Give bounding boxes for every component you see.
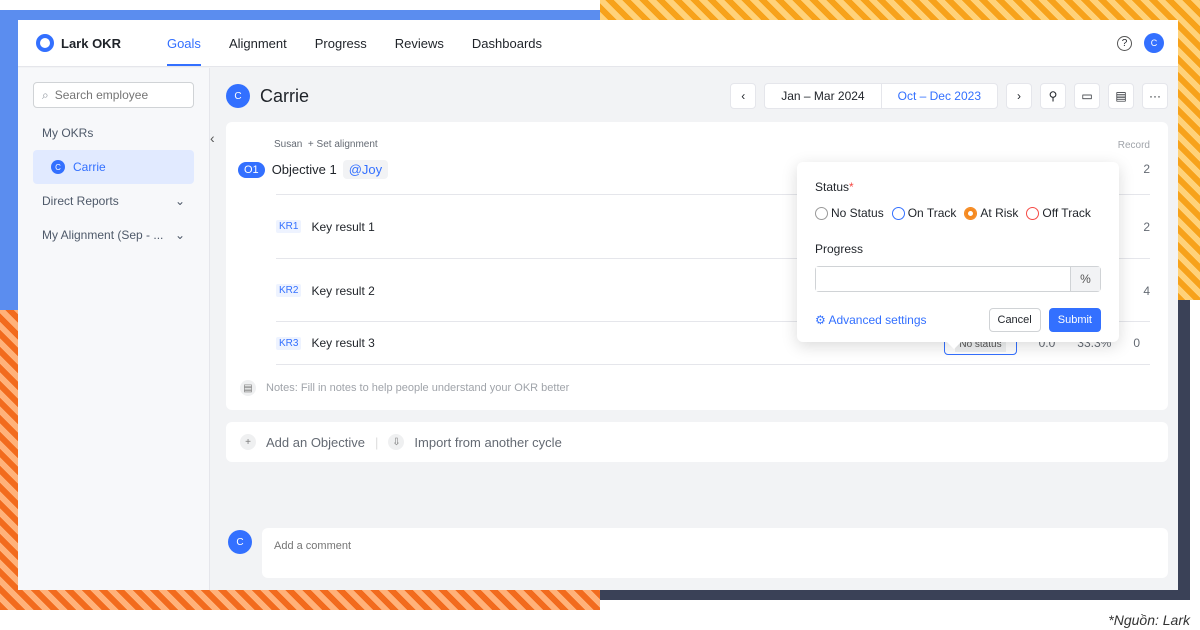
- status-radio-at-risk[interactable]: At Risk: [964, 206, 1018, 220]
- required-mark: *: [849, 180, 854, 194]
- search-input[interactable]: [54, 88, 175, 102]
- radio-circle-icon: [1026, 206, 1040, 220]
- prev-period-button[interactable]: ‹: [730, 83, 757, 109]
- app-window: Lark OKR Goals Alignment Progress Review…: [18, 20, 1178, 590]
- status-label: Status: [815, 180, 850, 194]
- import-icon: ⇩: [388, 434, 405, 450]
- status-radio-no-status[interactable]: No Status: [815, 206, 884, 220]
- search-icon: ⌕: [42, 87, 49, 102]
- plus-icon: +: [240, 434, 256, 450]
- objective-title[interactable]: Objective 1: [272, 162, 337, 177]
- avatar: C: [226, 84, 250, 108]
- notes-icon: ▤: [240, 380, 256, 396]
- kr-badge: KR2: [276, 284, 302, 297]
- avatar: C: [51, 160, 65, 174]
- kr-badge: KR1: [276, 220, 302, 233]
- record-value: 2: [1143, 219, 1150, 234]
- add-objective-button[interactable]: Add an Objective: [266, 435, 365, 450]
- collapse-sidebar-icon[interactable]: ‹: [210, 130, 215, 146]
- chevron-down-icon: ⌄: [174, 228, 185, 242]
- radio-label: At Risk: [980, 206, 1019, 220]
- sidebar: ⌕ My OKRs CCarrie Direct Reports⌄ My Ali…: [18, 68, 210, 590]
- tab-progress[interactable]: Progress: [301, 20, 381, 66]
- submit-button[interactable]: Submit: [1048, 308, 1101, 332]
- avatar: C: [228, 530, 252, 554]
- aligned-owner[interactable]: Susan: [274, 139, 302, 150]
- sidebar-item-direct-reports[interactable]: Direct Reports ⌄: [18, 184, 209, 218]
- top-nav: Lark OKR Goals Alignment Progress Review…: [18, 20, 1178, 67]
- sidebar-item-carrie[interactable]: C Carrie: [33, 150, 194, 184]
- record-value: 4: [1143, 283, 1150, 298]
- search-box[interactable]: ⌕: [33, 82, 194, 108]
- tab-alignment[interactable]: Alignment: [215, 20, 301, 66]
- status-radio-on-track[interactable]: On Track: [891, 206, 957, 220]
- progress-label: Progress: [815, 242, 864, 256]
- kr-title: Key result 2: [311, 283, 375, 298]
- radio-label: No Status: [831, 206, 884, 220]
- page-title: Carrie: [260, 85, 310, 106]
- pin-icon[interactable]: ⚲: [1040, 83, 1066, 109]
- logo[interactable]: Lark OKR: [36, 34, 121, 52]
- comment-icon[interactable]: ▭: [1074, 83, 1100, 109]
- radio-label: Off Track: [1042, 206, 1091, 220]
- kr-title: Key result 3: [311, 336, 375, 350]
- divider: |: [375, 434, 379, 450]
- radio-circle-icon: [815, 206, 828, 220]
- period-option-current[interactable]: Oct – Dec 2023: [880, 84, 997, 108]
- gear-icon: ⚙: [815, 313, 829, 327]
- add-row: + Add an Objective | ⇩ Import from anoth…: [226, 422, 1168, 462]
- mention[interactable]: @Joy: [342, 160, 389, 179]
- avatar[interactable]: C: [1144, 33, 1164, 53]
- radio-circle-icon: [964, 206, 978, 220]
- comment-input[interactable]: [274, 540, 674, 552]
- help-icon[interactable]: ?: [1117, 35, 1132, 51]
- record-value: 2: [1143, 162, 1150, 176]
- progress-input[interactable]: [816, 267, 1070, 291]
- record-value: 0: [1133, 336, 1140, 350]
- objective-badge: O1: [238, 161, 265, 178]
- sidebar-item-my-alignment[interactable]: My Alignment (Sep - ... ⌄: [18, 218, 209, 252]
- status-popover: Status* No Status On Track At Risk Off Trac…: [797, 162, 1119, 342]
- objective[interactable]: O1 Objective 1 @Joy: [238, 160, 389, 179]
- comment-section: C: [226, 528, 1168, 578]
- set-alignment-link[interactable]: + Set alignment: [308, 139, 378, 150]
- tab-dashboards[interactable]: Dashboards: [458, 20, 556, 66]
- kr-title: Key result 1: [311, 219, 375, 234]
- period-option[interactable]: Jan – Mar 2024: [765, 84, 880, 108]
- cancel-button[interactable]: Cancel: [988, 308, 1041, 332]
- import-cycle-button[interactable]: Import from another cycle: [414, 435, 561, 450]
- advanced-settings-link[interactable]: ⚙ Advanced settings: [815, 313, 927, 327]
- radio-circle-icon: [891, 206, 905, 220]
- sheet-icon[interactable]: ▤: [1108, 83, 1134, 109]
- next-period-button[interactable]: ›: [1006, 83, 1032, 109]
- lark-logo-icon: [36, 34, 54, 52]
- status-radio-off-track[interactable]: Off Track: [1026, 206, 1091, 220]
- chevron-down-icon: ⌄: [174, 194, 185, 208]
- percent-unit: %: [1070, 267, 1100, 291]
- record-header: Record: [1117, 140, 1150, 151]
- period-selector: Jan – Mar 2024 Oct – Dec 2023: [764, 83, 998, 109]
- radio-label: On Track: [907, 206, 957, 220]
- source-caption: *Nguồn: Lark: [1108, 612, 1190, 628]
- alignment-row: Susan + Set alignment: [274, 139, 378, 150]
- sidebar-item-my-okrs[interactable]: My OKRs: [18, 116, 209, 150]
- more-icon[interactable]: ···: [1142, 83, 1168, 109]
- tab-goals[interactable]: Goals: [153, 20, 215, 66]
- kr-badge: KR3: [276, 336, 302, 350]
- notes-field[interactable]: ▤ Notes: Fill in notes to help people und…: [240, 380, 569, 396]
- tab-reviews[interactable]: Reviews: [381, 20, 458, 66]
